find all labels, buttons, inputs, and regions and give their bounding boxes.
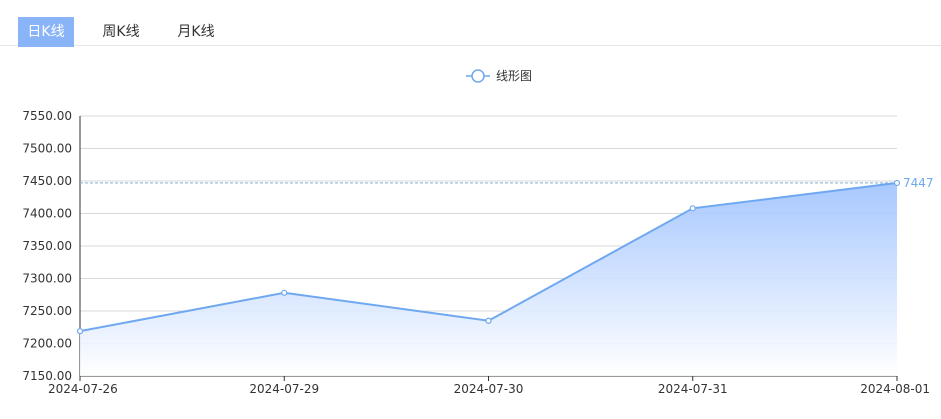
x-tick-label: 2024-08-01: [860, 382, 930, 396]
y-tick-label: 7350.00: [22, 239, 72, 253]
line-chart: 7150.00 7200.00 7250.00 7300.00 7350.00 7400.…: [22, 69, 934, 396]
data-point: [76, 328, 84, 335]
y-tick-label: 7500.00: [22, 142, 72, 156]
x-tick-label: 2024-07-31: [658, 382, 728, 396]
x-tick-label: 2024-07-30: [454, 382, 524, 396]
y-tick-label: 7200.00: [22, 337, 72, 351]
data-point: [281, 289, 288, 296]
legend-marker: [471, 69, 485, 83]
y-tick-label: 7450.00: [22, 174, 72, 188]
y-tick-label: 7550.00: [22, 109, 72, 123]
series-area: [80, 182, 897, 376]
x-tick-label: 2024-07-29: [249, 382, 319, 396]
y-tick-label: 7300.00: [22, 272, 72, 286]
y-tick-label: 7250.00: [22, 304, 72, 318]
y-tick-label: 7150.00: [22, 369, 72, 383]
legend-label: 线形图: [496, 69, 532, 83]
mark-line-label: 7447: [903, 176, 934, 190]
data-point: [893, 179, 901, 187]
y-tick-label: 7400.00: [22, 207, 72, 221]
x-tick-label: 2024-07-26: [48, 382, 118, 396]
data-point: [485, 317, 492, 324]
data-point: [689, 205, 696, 212]
